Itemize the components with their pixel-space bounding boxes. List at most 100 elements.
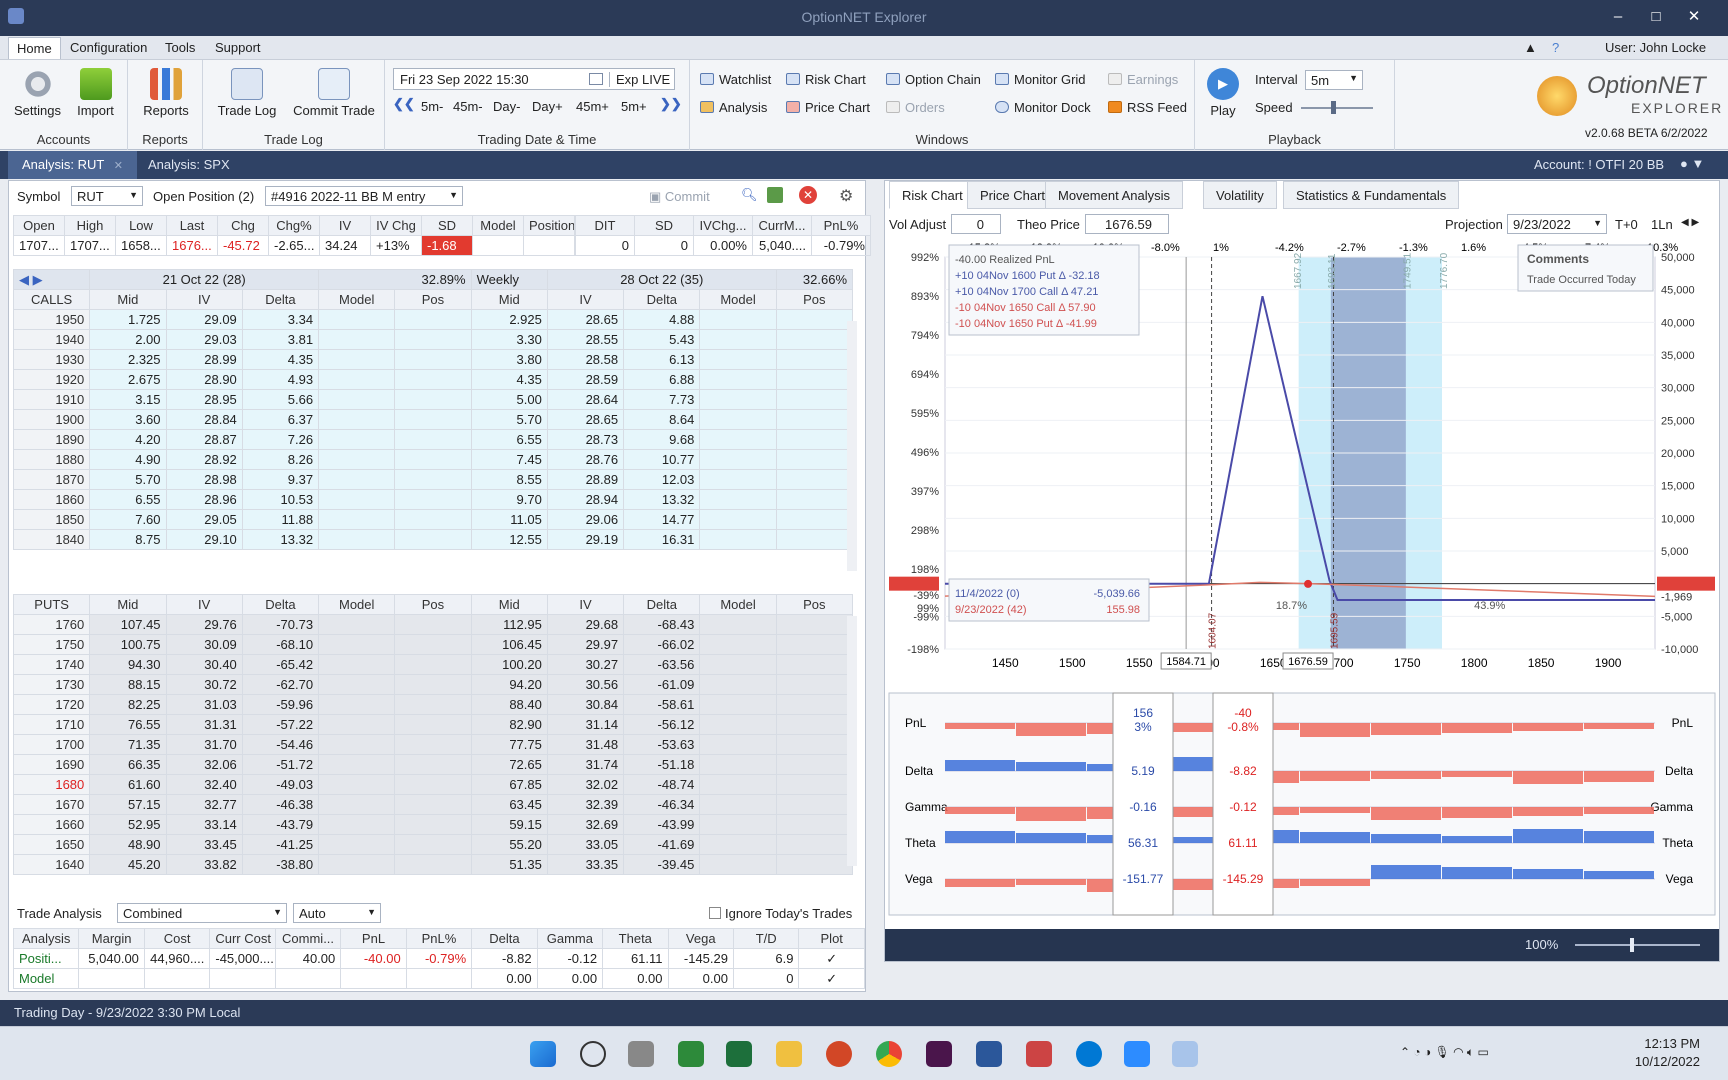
empty-cell[interactable] — [318, 814, 396, 835]
chain-cell[interactable]: 94.30 — [89, 654, 167, 675]
chain-cell[interactable]: 5.43 — [623, 329, 701, 350]
strike-cell[interactable]: 1930 — [12, 349, 91, 370]
strike-cell[interactable]: 1700 — [12, 734, 91, 755]
chain-cell[interactable]: -51.18 — [623, 754, 701, 775]
empty-cell[interactable] — [318, 694, 396, 715]
chain-cell[interactable]: 8.55 — [470, 469, 548, 490]
empty-cell[interactable] — [318, 654, 396, 675]
close-button[interactable]: ✕ — [1680, 6, 1708, 28]
ta-row[interactable]: Model 0.00 0.00 0.00 0.00 0 ✓ — [12, 968, 865, 989]
empty-cell[interactable] — [394, 509, 472, 530]
empty-cell[interactable] — [394, 734, 472, 755]
empty-cell[interactable] — [394, 469, 472, 490]
empty-cell[interactable] — [394, 854, 472, 875]
calendar-icon[interactable] — [589, 73, 603, 85]
watchlist-button[interactable]: Watchlist — [700, 72, 771, 87]
menu-configuration[interactable]: Configuration — [70, 40, 147, 55]
calls-row[interactable]: 1890 4.20 28.87 7.26 6.55 28.73 9.68 — [12, 429, 854, 450]
strike-cell[interactable]: 1670 — [12, 794, 91, 815]
prev-icon[interactable]: ◀ ▶ — [1681, 217, 1699, 228]
puts-row[interactable]: 1740 94.30 30.40 -65.42 100.20 30.27 -63.56 — [12, 654, 854, 675]
puts-scrollbar[interactable] — [847, 616, 857, 866]
calls-row[interactable]: 1940 2.00 29.03 3.81 3.30 28.55 5.43 — [12, 329, 854, 350]
empty-cell[interactable] — [318, 409, 396, 430]
empty-cell[interactable] — [394, 714, 472, 735]
minimize-button[interactable]: – — [1604, 6, 1632, 28]
chain-cell[interactable]: -53.63 — [623, 734, 701, 755]
ta-row[interactable]: Positi... 5,040.00 44,960.... -45,000.... 40… — [12, 948, 865, 969]
chain-cell[interactable]: 8.64 — [623, 409, 701, 430]
chain-cell[interactable]: -70.73 — [241, 614, 320, 635]
file-explorer-icon[interactable] — [776, 1041, 802, 1067]
auto-select[interactable]: Auto ▼ — [293, 903, 381, 923]
chain-cell[interactable]: 4.90 — [89, 449, 167, 470]
puts-row[interactable]: 1730 88.15 30.72 -62.70 94.20 30.56 -61.09 — [12, 674, 854, 695]
word-icon[interactable] — [976, 1041, 1002, 1067]
step-45m-fwd[interactable]: 45m+ — [576, 99, 609, 114]
step-day-fwd[interactable]: Day+ — [532, 99, 563, 114]
chain-cell[interactable]: 4.93 — [241, 369, 320, 390]
empty-cell[interactable] — [318, 854, 396, 875]
chain-cell[interactable]: 100.75 — [89, 634, 167, 655]
chain-cell[interactable]: 28.92 — [165, 449, 243, 470]
chain-cell[interactable]: 8.26 — [241, 449, 320, 470]
chain-cell[interactable]: 51.35 — [470, 854, 548, 875]
puts-row[interactable]: 1660 52.95 33.14 -43.79 59.15 32.69 -43.99 — [12, 814, 854, 835]
chain-cell[interactable]: -43.99 — [623, 814, 701, 835]
empty-cell[interactable] — [699, 634, 777, 655]
chain-cell[interactable]: 3.60 — [89, 409, 167, 430]
puts-row[interactable]: 1650 48.90 33.45 -41.25 55.20 33.05 -41.69 — [12, 834, 854, 855]
orders-button[interactable]: Orders — [886, 100, 945, 115]
chain-cell[interactable]: 33.82 — [165, 854, 243, 875]
empty-cell[interactable] — [775, 694, 854, 715]
chain-cell[interactable]: 33.05 — [546, 834, 625, 855]
chain-cell[interactable]: 28.76 — [546, 449, 625, 470]
empty-cell[interactable] — [318, 349, 396, 370]
step-forward-icon[interactable]: ❯❯ — [660, 96, 682, 112]
puts-row[interactable]: 1680 61.60 32.40 -49.03 67.85 32.02 -48.74 — [12, 774, 854, 795]
chain-cell[interactable]: 6.88 — [623, 369, 701, 390]
price-chart-button[interactable]: Price Chart — [786, 100, 870, 115]
chain-cell[interactable]: 3.81 — [241, 329, 320, 350]
chain-cell[interactable]: -41.25 — [241, 834, 320, 855]
empty-cell[interactable] — [699, 509, 777, 530]
empty-cell[interactable] — [318, 834, 396, 855]
empty-cell[interactable] — [699, 409, 777, 430]
chain-cell[interactable]: 29.68 — [546, 614, 625, 635]
empty-cell[interactable] — [394, 694, 472, 715]
chain-cell[interactable]: 30.40 — [165, 654, 243, 675]
chain-cell[interactable]: -66.02 — [623, 634, 701, 655]
chain-cell[interactable]: 29.06 — [546, 509, 625, 530]
chain-cell[interactable]: 13.32 — [623, 489, 701, 510]
chain-cell[interactable]: 31.48 — [546, 734, 625, 755]
chrome-icon[interactable] — [876, 1041, 902, 1067]
chain-cell[interactable]: 112.95 — [470, 614, 548, 635]
chain-cell[interactable]: 31.03 — [165, 694, 243, 715]
empty-cell[interactable] — [318, 529, 396, 550]
chain-cell[interactable]: 5.00 — [470, 389, 548, 410]
empty-cell[interactable] — [775, 449, 854, 470]
empty-cell[interactable] — [394, 329, 472, 350]
empty-cell[interactable] — [394, 794, 472, 815]
chain-cell[interactable]: 29.03 — [165, 329, 243, 350]
strike-cell[interactable]: 1840 — [12, 529, 91, 550]
calls-row[interactable]: 1950 1.725 29.09 3.34 2.925 28.65 4.88 — [12, 309, 854, 330]
optionnet-taskbar-icon[interactable] — [678, 1041, 704, 1067]
empty-cell[interactable] — [699, 754, 777, 775]
empty-cell[interactable] — [318, 509, 396, 530]
chain-cell[interactable]: 30.84 — [546, 694, 625, 715]
strike-cell[interactable]: 1730 — [12, 674, 91, 695]
calls-scrollbar[interactable] — [847, 321, 857, 571]
chain-cell[interactable]: 32.39 — [546, 794, 625, 815]
empty-cell[interactable] — [318, 774, 396, 795]
empty-cell[interactable] — [775, 634, 854, 655]
chain-cell[interactable]: 29.97 — [546, 634, 625, 655]
empty-cell[interactable] — [775, 529, 854, 550]
calls-row[interactable]: 1920 2.675 28.90 4.93 4.35 28.59 6.88 — [12, 369, 854, 390]
reports-button[interactable]: Reports — [136, 68, 196, 118]
chain-cell[interactable]: 7.45 — [470, 449, 548, 470]
chain-cell[interactable]: -46.38 — [241, 794, 320, 815]
menu-home[interactable]: Home — [8, 37, 61, 59]
chain-cell[interactable]: -41.69 — [623, 834, 701, 855]
chain-cell[interactable]: 28.98 — [165, 469, 243, 490]
